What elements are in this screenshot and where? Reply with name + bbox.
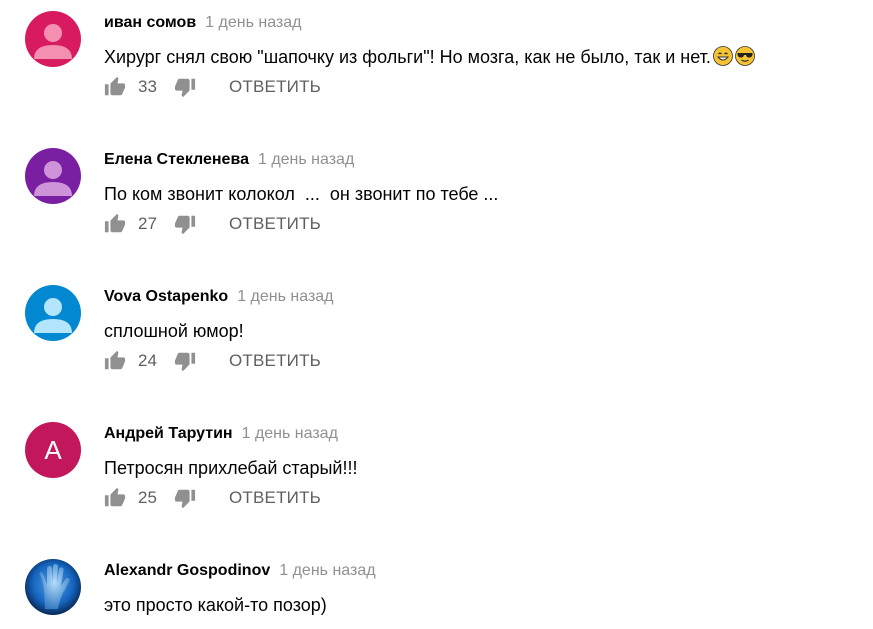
comment-time[interactable]: 1 день назад <box>279 562 375 579</box>
comment-header: Vova Ostapenko 1 день назад <box>104 288 334 306</box>
comment-text: Хирург снял свою "шапочку из фольги"! Но… <box>104 46 755 68</box>
thumbs-down-icon[interactable] <box>174 76 196 98</box>
comment-header: Alexandr Gospodinov 1 день назад <box>104 562 376 580</box>
like-count: 33 <box>138 77 157 96</box>
reply-button[interactable]: ОТВЕТИТЬ <box>229 488 321 508</box>
avatar-letter: A <box>44 434 62 465</box>
comment-item: Alexandr Gospodinov 1 день назад это прос… <box>0 548 873 629</box>
comment-actions: 33 ОТВЕТИТЬ <box>104 76 321 98</box>
author-name[interactable]: Елена Стекленева <box>104 151 249 168</box>
reply-button[interactable]: ОТВЕТИТЬ <box>229 214 321 234</box>
thumbs-up-icon[interactable] <box>104 76 126 98</box>
like-count: 25 <box>138 488 157 507</box>
comment-time[interactable]: 1 день назад <box>205 14 301 31</box>
comment-item: A Андрей Тарутин 1 день назад Петросян пр… <box>0 411 873 548</box>
comment-item: Елена Стекленева 1 день назад По ком звон… <box>0 137 873 274</box>
thumbs-down-icon[interactable] <box>174 213 196 235</box>
reply-button[interactable]: ОТВЕТИТЬ <box>229 351 321 371</box>
user-avatar-icon <box>25 285 81 341</box>
comment-time[interactable]: 1 день назад <box>242 425 338 442</box>
comment-time[interactable]: 1 день назад <box>258 151 354 168</box>
sunglasses-face-icon <box>734 46 755 66</box>
reply-button[interactable]: ОТВЕТИТЬ <box>229 77 321 97</box>
comment-text: По ком звонит колокол ... он звонит по т… <box>104 184 499 204</box>
thumbs-up-icon[interactable] <box>104 487 126 509</box>
comment-actions: 27 ОТВЕТИТЬ <box>104 213 321 235</box>
comment-header: иван сомов 1 день назад <box>104 14 302 32</box>
author-name[interactable]: Андрей Тарутин <box>104 425 233 442</box>
thumbs-down-icon[interactable] <box>174 487 196 509</box>
author-name[interactable]: иван сомов <box>104 14 196 31</box>
thumbs-down-icon[interactable] <box>174 350 196 372</box>
comment-header: Елена Стекленева 1 день назад <box>104 151 354 169</box>
comment-text-content: Хирург снял свою "шапочку из фольги"! Но… <box>104 47 711 67</box>
user-avatar-icon <box>25 148 81 204</box>
avatar[interactable]: A <box>25 422 81 478</box>
avatar[interactable] <box>25 148 81 204</box>
avatar[interactable] <box>25 559 81 615</box>
blue-hand-photo <box>25 559 81 615</box>
thumbs-up-icon[interactable] <box>104 350 126 372</box>
author-name[interactable]: Vova Ostapenko <box>104 288 228 305</box>
comment-time[interactable]: 1 день назад <box>237 288 333 305</box>
like-count: 27 <box>138 214 157 233</box>
comment-item: иван сомов 1 день назад Хирург снял свою … <box>0 0 873 137</box>
comment-text: Петросян прихлебай старый!!! <box>104 458 358 478</box>
avatar[interactable] <box>25 11 81 67</box>
thumbs-up-icon[interactable] <box>104 213 126 235</box>
avatar[interactable] <box>25 285 81 341</box>
comment-item: Vova Ostapenko 1 день назад сплошной юмор… <box>0 274 873 411</box>
like-count: 24 <box>138 351 157 370</box>
comment-text: сплошной юмор! <box>104 321 244 341</box>
grinning-face-icon <box>712 46 733 66</box>
comment-actions: 24 ОТВЕТИТЬ <box>104 350 321 372</box>
user-avatar-icon <box>25 11 81 67</box>
comment-actions: 25 ОТВЕТИТЬ <box>104 487 321 509</box>
author-name[interactable]: Alexandr Gospodinov <box>104 562 270 579</box>
comment-text: это просто какой-то позор) <box>104 595 327 615</box>
comment-header: Андрей Тарутин 1 день назад <box>104 425 338 443</box>
